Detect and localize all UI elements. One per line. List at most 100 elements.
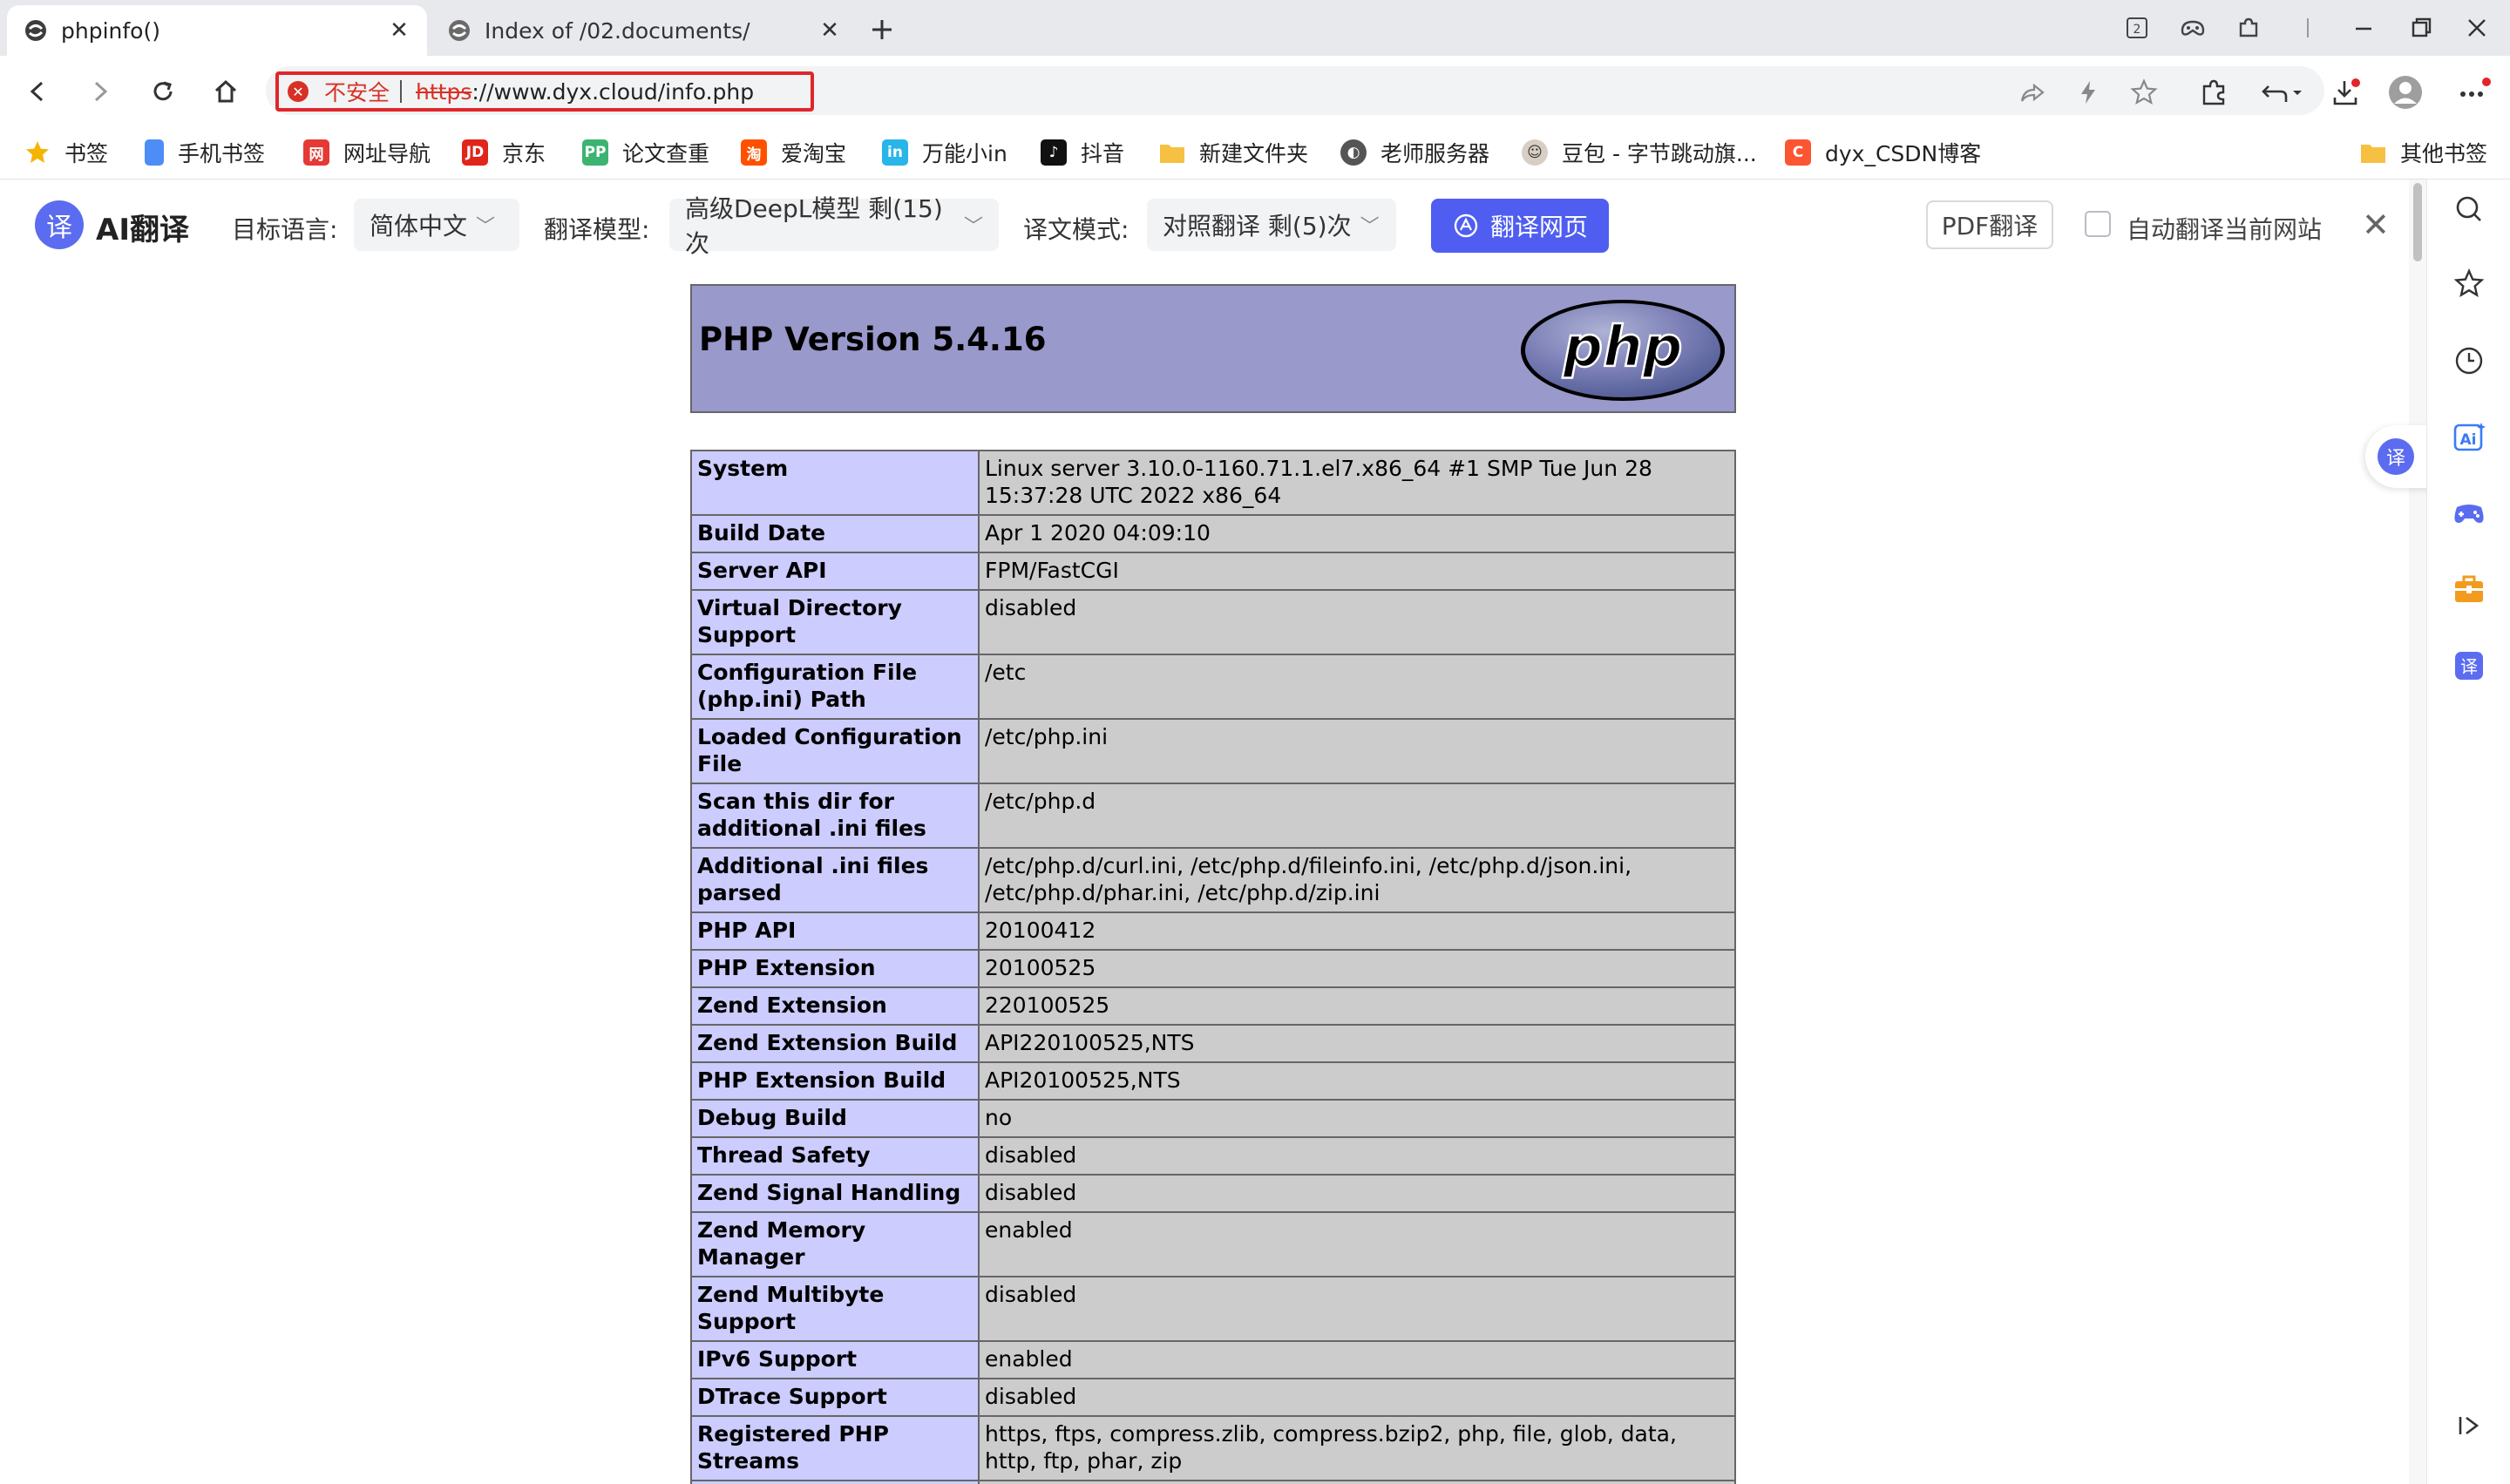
- share-icon[interactable]: [2015, 75, 2050, 110]
- bookmark-star-icon[interactable]: [2127, 75, 2161, 110]
- bookmark-item[interactable]: 淘 爱淘宝: [741, 136, 846, 169]
- bookmark-item[interactable]: ☺ 豆包 - 字节跳动旗...: [1522, 136, 1757, 169]
- bookmark-label: dyx_CSDN博客: [1825, 141, 1982, 166]
- url-field[interactable]: ✕ 不安全 https://www.dyx.cloud/info.php: [275, 71, 814, 112]
- table-row: DTrace Support disabled: [690, 1378, 1736, 1417]
- target-language-value: 简体中文: [370, 212, 468, 241]
- scrollbar-thumb[interactable]: [2413, 183, 2422, 261]
- game-controller-icon[interactable]: [2450, 495, 2488, 533]
- collapse-sidebar-icon[interactable]: [2450, 1406, 2488, 1445]
- tab-close-icon[interactable]: ✕: [387, 17, 411, 44]
- tab-count-icon[interactable]: 2: [2116, 9, 2158, 47]
- download-icon[interactable]: [2329, 75, 2364, 110]
- toolbox-icon[interactable]: [2450, 570, 2488, 608]
- more-menu-icon[interactable]: [2456, 75, 2491, 110]
- bookmark-item[interactable]: ♪ 抖音: [1041, 136, 1124, 169]
- pp-icon: PP: [582, 139, 608, 166]
- auto-translate-label: 自动翻译当前网站: [2127, 215, 2323, 244]
- avatar[interactable]: [2388, 75, 2423, 110]
- table-row: Debug Build no: [690, 1099, 1736, 1138]
- ai-assistant-icon[interactable]: Ai: [2450, 418, 2488, 457]
- tab-index[interactable]: Index of /02.documents/ ✕: [431, 5, 858, 56]
- bookmark-item[interactable]: C dyx_CSDN博客: [1785, 136, 1981, 169]
- bookmark-label: 论文查重: [622, 141, 710, 166]
- row-value: no: [978, 1099, 1736, 1138]
- bookmark-item[interactable]: PP 论文查重: [582, 136, 709, 169]
- security-warning-icon[interactable]: ✕: [288, 81, 309, 102]
- divider: [2287, 9, 2329, 47]
- nav-icon: 网: [303, 139, 329, 166]
- insecure-label[interactable]: 不安全: [324, 76, 390, 107]
- bookmark-label: 网址导航: [343, 141, 431, 166]
- row-value: disabled: [978, 1378, 1736, 1417]
- bookmark-label: 手机书签: [178, 141, 266, 166]
- translate-sidebar-icon[interactable]: 译: [2450, 647, 2488, 685]
- row-key: Virtual Directory Support: [690, 589, 980, 655]
- back-button[interactable]: [17, 71, 58, 112]
- lightning-icon[interactable]: [2071, 75, 2106, 110]
- row-value: /etc/php.d/curl.ini, /etc/php.d/fileinfo…: [978, 847, 1736, 913]
- bookmark-item[interactable]: 新建文件夹: [1159, 136, 1308, 169]
- restore-button[interactable]: [2400, 9, 2442, 47]
- auto-translate-checkbox[interactable]: [2085, 211, 2111, 237]
- close-window-button[interactable]: [2456, 9, 2498, 47]
- translator-name: AI翻译: [96, 213, 189, 247]
- bookmark-item[interactable]: ◐ 老师服务器: [1340, 136, 1489, 169]
- bookmark-label: 万能小in: [922, 141, 1007, 166]
- history-clock-icon[interactable]: [2450, 342, 2488, 380]
- bookmark-item[interactable]: in 万能小in: [882, 136, 1007, 169]
- bookmark-item[interactable]: 手机书签: [145, 136, 265, 169]
- translate-circle-icon: [1454, 213, 1478, 238]
- home-button[interactable]: [206, 71, 246, 112]
- bookmark-item[interactable]: JD 京东: [462, 136, 546, 169]
- reload-button[interactable]: [143, 71, 183, 112]
- page-scrollbar[interactable]: [2409, 180, 2426, 1484]
- bookmark-item[interactable]: 网 网址导航: [303, 136, 431, 169]
- new-tab-button[interactable]: [863, 10, 901, 49]
- target-language-select[interactable]: 简体中文 ﹀: [354, 199, 519, 251]
- browser-favicon-icon: [23, 17, 49, 44]
- php-logo[interactable]: php: [1518, 296, 1727, 404]
- favorites-star-icon[interactable]: [2450, 265, 2488, 303]
- phpinfo-table: System Linux server 3.10.0-1160.71.1.el7.…: [690, 450, 1736, 1484]
- game-mode-icon[interactable]: [2172, 9, 2214, 47]
- bookmark-item[interactable]: 其他书签: [2360, 136, 2487, 169]
- close-translation-bar-icon[interactable]: ✕: [2362, 206, 2390, 244]
- tab-phpinfo[interactable]: phpinfo() ✕: [7, 5, 427, 56]
- floating-translate-button[interactable]: 译: [2365, 425, 2435, 488]
- table-row: PHP Extension 20100525: [690, 949, 1736, 988]
- svg-text:译: 译: [2460, 656, 2478, 677]
- model-value: 高级DeepL模型 剩(15)次: [685, 194, 943, 258]
- table-row: PHP API 20100412: [690, 911, 1736, 951]
- translate-page-button[interactable]: 翻译网页: [1431, 199, 1609, 253]
- mode-select[interactable]: 对照翻译 剩(5)次 ﹀: [1147, 199, 1396, 251]
- tab-title: Index of /02.documents/: [485, 17, 750, 44]
- table-row: Loaded Configuration File/etc/php.ini: [690, 718, 1736, 784]
- bookmark-label: 京东: [502, 141, 546, 166]
- bookmark-label: 老师服务器: [1380, 141, 1490, 166]
- taobao-icon: 淘: [741, 139, 767, 166]
- forward-button[interactable]: [80, 71, 120, 112]
- translation-toolbar: 译 AI翻译 目标语言: 简体中文 ﹀ 翻译模型: 高级DeepL模型 剩(15…: [0, 180, 2426, 270]
- row-value: FPM/FastCGI: [978, 552, 1736, 591]
- chevron-down-icon: ﹀: [476, 216, 496, 238]
- model-select[interactable]: 高级DeepL模型 剩(15)次 ﹀: [669, 194, 999, 258]
- bookmarks-bar: 书签 手机书签 网 网址导航 JD 京东 PP 论文查重 淘 爱淘宝 in 万能…: [0, 125, 2510, 180]
- extensions-icon[interactable]: [2196, 75, 2231, 110]
- server-icon: ◐: [1340, 139, 1367, 166]
- extension-puzzle-icon[interactable]: [2228, 9, 2269, 47]
- jd-icon: JD: [462, 139, 488, 166]
- target-language-label: 目标语言:: [232, 215, 338, 244]
- minimize-button[interactable]: [2343, 9, 2384, 47]
- row-value: /etc: [978, 654, 1736, 720]
- tab-close-icon[interactable]: ✕: [817, 17, 842, 44]
- bookmark-item[interactable]: 书签: [24, 136, 108, 169]
- search-icon[interactable]: [2450, 190, 2488, 228]
- row-key: Debug Build: [690, 1099, 980, 1138]
- star-icon: [24, 139, 51, 166]
- table-row: System Linux server 3.10.0-1160.71.1.el7.…: [690, 450, 1736, 516]
- pdf-translate-button[interactable]: PDF翻译: [1926, 200, 2053, 249]
- undo-dropdown-icon[interactable]: [2259, 75, 2308, 110]
- navigation-bar: ✕ 不安全 https://www.dyx.cloud/info.php: [0, 56, 2510, 125]
- table-row: Server API FPM/FastCGI: [690, 552, 1736, 591]
